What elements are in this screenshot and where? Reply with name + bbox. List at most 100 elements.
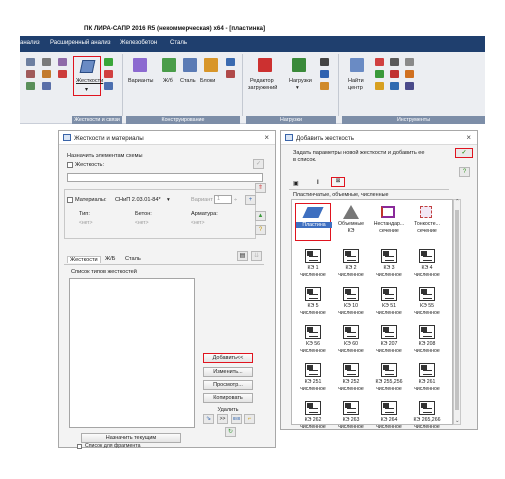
toolbar-icon[interactable] bbox=[405, 70, 414, 78]
toolbar-icon[interactable]: ⇘ bbox=[203, 414, 214, 424]
tab-rc[interactable]: Ж/Б bbox=[105, 256, 115, 262]
edit-button[interactable]: Изменить... bbox=[203, 367, 253, 377]
numeric-fe-item[interactable]: КЭ 262 численное bbox=[295, 399, 331, 437]
copy-button[interactable]: Копировать bbox=[203, 393, 253, 403]
toolbar-icon[interactable] bbox=[104, 82, 113, 90]
loads-label[interactable]: Нагрузки bbox=[289, 78, 312, 84]
chevron-down-icon[interactable]: ▾ bbox=[167, 197, 170, 203]
help-icon[interactable]: ? bbox=[255, 225, 266, 235]
numeric-fe-item[interactable]: КЭ 3 численное bbox=[371, 247, 407, 285]
toolbar-icon[interactable] bbox=[42, 82, 51, 90]
variants-icon[interactable] bbox=[133, 58, 147, 72]
toolbar-icon[interactable] bbox=[42, 58, 51, 66]
numeric-fe-item[interactable]: КЭ 2 численное bbox=[333, 247, 369, 285]
materials-checkbox[interactable] bbox=[67, 197, 73, 203]
tab-steel[interactable]: Сталь bbox=[125, 256, 141, 262]
numeric-fe-item[interactable]: КЭ 4 численное bbox=[409, 247, 445, 285]
close-icon[interactable]: × bbox=[466, 133, 471, 142]
menu-item-analysis[interactable]: анализ bbox=[20, 40, 40, 46]
numeric-fe-item[interactable]: КЭ 60 численное bbox=[333, 323, 369, 361]
add-button[interactable]: Добавить<< bbox=[203, 353, 253, 363]
numeric-fe-item[interactable]: КЭ 255,256 численное bbox=[371, 361, 407, 399]
thin-walled-section-item[interactable]: Тонкосте... сечение bbox=[409, 203, 445, 241]
steel-label[interactable]: Сталь bbox=[180, 78, 196, 84]
toolbar-icon[interactable] bbox=[226, 70, 235, 78]
toolbar-icon[interactable] bbox=[26, 70, 35, 78]
load-editor-label-1[interactable]: Редактор bbox=[250, 78, 274, 84]
rc-label[interactable]: Ж/б bbox=[163, 78, 173, 84]
toolbar-icon[interactable] bbox=[405, 82, 414, 90]
toolbar-icon[interactable] bbox=[375, 82, 384, 90]
numeric-fe-item[interactable]: КЭ 208 численное bbox=[409, 323, 445, 361]
plate-item[interactable]: Пластина bbox=[295, 203, 332, 241]
numeric-fe-item[interactable]: КЭ 261 численное bbox=[409, 361, 445, 399]
tab-bar-icon[interactable]: I bbox=[317, 180, 319, 186]
toolbar-icon[interactable]: ⇊ bbox=[251, 251, 262, 261]
toolbar-icon[interactable] bbox=[320, 70, 329, 78]
stiffness-list[interactable] bbox=[69, 278, 195, 428]
menu-item-advanced-analysis[interactable]: Расширенный анализ bbox=[50, 40, 111, 46]
blocks-label[interactable]: Блоки bbox=[200, 78, 215, 84]
numeric-fe-item[interactable]: КЭ 10 численное bbox=[333, 285, 369, 323]
move-right-button[interactable]: >> bbox=[217, 414, 228, 424]
scrollbar[interactable]: ⌃ ⌄ bbox=[453, 199, 461, 425]
menu-item-steel[interactable]: Сталь bbox=[170, 40, 187, 46]
loads-icon[interactable] bbox=[292, 58, 306, 72]
tab-plate-icon[interactable]: ▣ bbox=[293, 180, 299, 187]
load-editor-icon[interactable] bbox=[258, 58, 272, 72]
numeric-fe-item[interactable]: КЭ 55 численное bbox=[409, 285, 445, 323]
stiffness-button[interactable]: Жесткости ▾ bbox=[73, 56, 103, 96]
toolbar-icon[interactable] bbox=[226, 58, 235, 66]
view-button[interactable]: Просмотр... bbox=[203, 380, 253, 390]
find-label-1[interactable]: Найти bbox=[348, 78, 364, 84]
scroll-up-icon[interactable]: ⌃ bbox=[455, 199, 460, 205]
assign-current-button[interactable]: Назначить текущим bbox=[81, 433, 181, 443]
toolbar-icon[interactable] bbox=[320, 58, 329, 66]
numeric-fe-item[interactable]: КЭ 263 численное bbox=[333, 399, 369, 437]
steel-icon[interactable] bbox=[183, 58, 197, 72]
variant-field[interactable]: 1 bbox=[214, 195, 232, 204]
toolbar-icon[interactable] bbox=[26, 58, 35, 66]
tab-numeric-icon[interactable]: ⊠ bbox=[331, 177, 345, 187]
numeric-fe-item[interactable]: КЭ 1 численное bbox=[295, 247, 331, 285]
refresh-icon[interactable]: ↻ bbox=[225, 427, 236, 437]
menu-item-rc[interactable]: Железобетон bbox=[120, 40, 157, 46]
toolbar-icon[interactable]: ⌐ bbox=[244, 414, 255, 424]
toolbar-icon[interactable]: ▲ bbox=[255, 211, 266, 221]
numeric-fe-item[interactable]: КЭ 5 численное bbox=[295, 285, 331, 323]
numeric-fe-item[interactable]: КЭ 252 численное bbox=[333, 361, 369, 399]
variants-label[interactable]: Варианты bbox=[128, 78, 153, 84]
check-icon[interactable]: ✓ bbox=[253, 159, 264, 169]
toolbar-icon[interactable] bbox=[104, 58, 113, 66]
grid-button[interactable]: 888 bbox=[231, 414, 242, 424]
toolbar-icon[interactable] bbox=[405, 58, 414, 66]
fragment-checkbox[interactable] bbox=[77, 444, 82, 449]
toolbar-icon[interactable] bbox=[390, 70, 399, 78]
toolbar-icon[interactable] bbox=[375, 70, 384, 78]
stiffness-checkbox[interactable] bbox=[67, 162, 73, 168]
toolbar-icon[interactable] bbox=[390, 82, 399, 90]
find-label-2[interactable]: центр bbox=[348, 85, 363, 91]
find-center-icon[interactable] bbox=[350, 58, 364, 72]
toolbar-icon[interactable] bbox=[58, 70, 67, 78]
toolbar-icon[interactable] bbox=[26, 82, 35, 90]
blocks-icon[interactable] bbox=[204, 58, 218, 72]
numeric-fe-item[interactable]: КЭ 264 численное bbox=[371, 399, 407, 437]
toolbar-icon[interactable] bbox=[390, 58, 399, 66]
load-editor-label-2[interactable]: загружений bbox=[248, 85, 277, 91]
toolbar-icon[interactable] bbox=[320, 82, 329, 90]
materials-select[interactable]: СНиП 2.03.01-84* bbox=[115, 197, 161, 203]
add-material-icon[interactable]: + bbox=[245, 195, 256, 205]
help-button[interactable]: ? bbox=[459, 167, 470, 177]
rc-icon[interactable] bbox=[162, 58, 176, 72]
toolbar-icon[interactable] bbox=[42, 70, 51, 78]
numeric-fe-item[interactable]: КЭ 265,266 численное bbox=[409, 399, 445, 437]
toolbar-icon[interactable] bbox=[375, 58, 384, 66]
numeric-fe-item[interactable]: КЭ 51 численное bbox=[371, 285, 407, 323]
numeric-fe-item[interactable]: КЭ 207 численное bbox=[371, 323, 407, 361]
toolbar-icon[interactable]: ⇑ bbox=[255, 183, 266, 193]
scrollbar-thumb[interactable] bbox=[455, 210, 459, 410]
nonstandard-section-item[interactable]: Нестандар... сечение bbox=[371, 203, 407, 241]
spinner-icon[interactable]: ÷ bbox=[234, 197, 237, 203]
toolbar-icon[interactable] bbox=[58, 58, 67, 66]
